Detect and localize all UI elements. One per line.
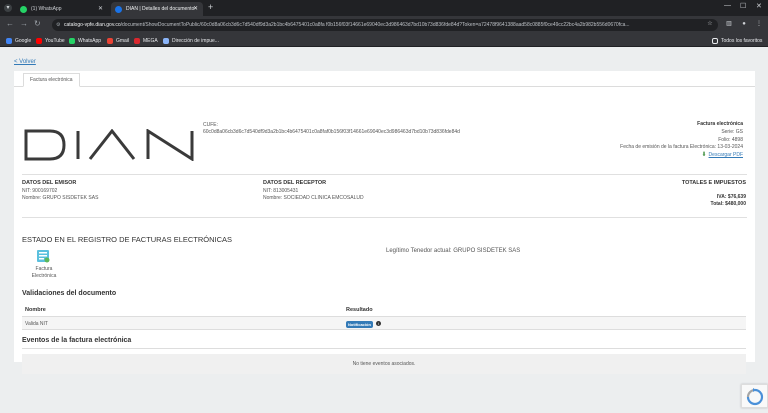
url-host: catalogo-vpfe.dian.gov.co (64, 22, 121, 28)
mega-icon (134, 37, 140, 44)
divider (22, 174, 747, 175)
bookmark-whatsapp[interactable]: WhatsApp (69, 36, 101, 45)
estado-item-label: Factura Electrónica (31, 266, 57, 279)
google-icon (6, 37, 12, 44)
youtube-icon (36, 37, 42, 44)
browser-toolbar: ← → ↻ ⚙ catalogo-vpfe.dian.gov.co/docume… (0, 16, 768, 34)
dian-logo (24, 129, 194, 161)
bookmark-dian[interactable]: Dirección de impue... (163, 36, 219, 45)
more-menu-icon[interactable]: ⋮ (754, 19, 764, 29)
all-bookmarks[interactable]: Todos los favoritos (712, 36, 762, 45)
gmail-icon (107, 37, 113, 44)
whatsapp-icon (20, 5, 27, 13)
row-nombre: Valida NIT (25, 321, 48, 327)
browser-tab-bar: ▾ (1) WhatsApp ✕ DIAN | Detalles del doc… (0, 0, 768, 16)
cufe-value: 60c0d8a06cb3d6c7d540df9d3a2b1bc4b6475401… (203, 129, 460, 135)
recaptcha-badge[interactable] (741, 384, 768, 408)
col-resultado: Resultado (346, 307, 373, 313)
tab-title: DIAN | Detalles del documento (126, 6, 195, 12)
close-icon[interactable]: ✕ (193, 5, 198, 12)
url-path: /document/ShowDocumentToPublic/60c0d8a06… (120, 22, 630, 28)
receptor-nit: NIT: 813005431 (263, 187, 299, 194)
emisor-block: DATOS DEL EMISOR NIT: 900169702 Nombre: … (22, 180, 98, 203)
cufe-label: CUFE: (203, 122, 218, 128)
divider (22, 348, 746, 349)
receptor-heading: DATOS DEL RECEPTOR (263, 180, 327, 186)
factura-folio: Folio: 4898 (718, 136, 743, 143)
side-panel-icon[interactable]: ▥ (724, 19, 734, 29)
eventos-heading: Eventos de la factura electrónica (22, 337, 132, 344)
document-panel: Factura electrónica CUFE: 60c0d8a06cb3d6… (14, 71, 755, 374)
whatsapp-icon (69, 37, 75, 44)
folder-icon (712, 37, 718, 44)
back-arrow-icon[interactable]: ← (6, 19, 14, 28)
recaptcha-icon (746, 388, 764, 406)
emisor-nit: NIT: 900169702 (22, 187, 58, 194)
divider (22, 217, 747, 218)
totales-heading: TOTALES E IMPUESTOS (681, 180, 746, 186)
tab-divider (14, 86, 755, 87)
eventos-empty: No tiene eventos asociados. (22, 354, 746, 374)
download-icon: ⬇ (701, 152, 707, 159)
bookmarks-bar: Google YouTube WhatsApp Gmail MEGA Direc… (0, 34, 768, 47)
emisor-nombre: Nombre: GRUPO SISDETEK SAS (22, 195, 99, 201)
col-nombre: Nombre (25, 307, 46, 313)
page-content: < Volver Factura electrónica CUFE: 60c0d… (0, 47, 768, 413)
validaciones-heading: Validaciones del documento (22, 290, 117, 297)
total-amount: Total: $480,000 (710, 201, 746, 207)
dian-favicon-icon (115, 5, 122, 13)
receptor-nombre: Nombre: SOCIEDAD CLINICA EMCOSALUD (263, 195, 364, 201)
dian-icon (163, 37, 169, 44)
minimize-icon[interactable]: — (724, 2, 731, 9)
reload-icon[interactable]: ↻ (34, 19, 41, 28)
download-pdf-link[interactable]: ⬇ Descargar PDF (620, 152, 743, 160)
factura-title: Factura electrónica (697, 121, 743, 127)
bookmark-google[interactable]: Google (6, 36, 31, 45)
factura-serie: Serie: GS (721, 128, 743, 135)
validaciones-table: Nombre Resultado Valida NIT Notificación… (22, 303, 746, 330)
receptor-block: DATOS DEL RECEPTOR NIT: 813005431 Nombre… (263, 180, 364, 203)
profile-icon[interactable]: ● (739, 19, 749, 29)
tenedor-text: Legítimo Tenedor actual: GRUPO SISDETEK … (386, 248, 521, 254)
emisor-heading: DATOS DEL EMISOR (22, 180, 77, 186)
estado-heading: ESTADO EN EL REGISTRO DE FACTURAS ELECTR… (22, 235, 233, 244)
tab-search-icon[interactable]: ▾ (4, 4, 12, 12)
new-tab-icon[interactable]: + (208, 2, 213, 12)
forward-arrow-icon[interactable]: → (20, 19, 28, 28)
close-icon[interactable]: ✕ (98, 5, 103, 12)
bookmark-mega[interactable]: MEGA (134, 36, 158, 45)
address-bar[interactable]: ⚙ catalogo-vpfe.dian.gov.co/document/Sho… (52, 19, 718, 31)
info-icon[interactable]: i (376, 321, 381, 326)
factura-summary: Factura electrónica Serie: GS Folio: 489… (620, 121, 743, 160)
site-info-icon[interactable]: ⚙ (56, 19, 60, 31)
tab-dian[interactable]: DIAN | Detalles del documento ✕ (111, 2, 203, 16)
notification-badge: Notificación (346, 321, 373, 328)
bookmark-youtube[interactable]: YouTube (36, 36, 65, 45)
back-link[interactable]: < Volver (14, 59, 36, 65)
invoice-status-icon[interactable] (36, 249, 50, 263)
bookmark-gmail[interactable]: Gmail (107, 36, 129, 45)
totales-block: TOTALES E IMPUESTOS IVA: $76,639 Total: … (682, 180, 746, 209)
iva-amount: IVA: $76,639 (716, 193, 746, 200)
tab-title: (1) WhatsApp (31, 6, 62, 12)
maximize-icon[interactable]: ☐ (740, 2, 746, 10)
table-header: Nombre Resultado (22, 303, 746, 317)
bookmark-star-icon[interactable]: ☆ (705, 19, 715, 29)
tab-factura-electronica[interactable]: Factura electrónica (23, 73, 80, 87)
window-close-icon[interactable]: ✕ (756, 2, 762, 10)
tab-whatsapp[interactable]: (1) WhatsApp ✕ (16, 2, 108, 16)
table-row: Valida NIT Notificación i (22, 317, 746, 330)
